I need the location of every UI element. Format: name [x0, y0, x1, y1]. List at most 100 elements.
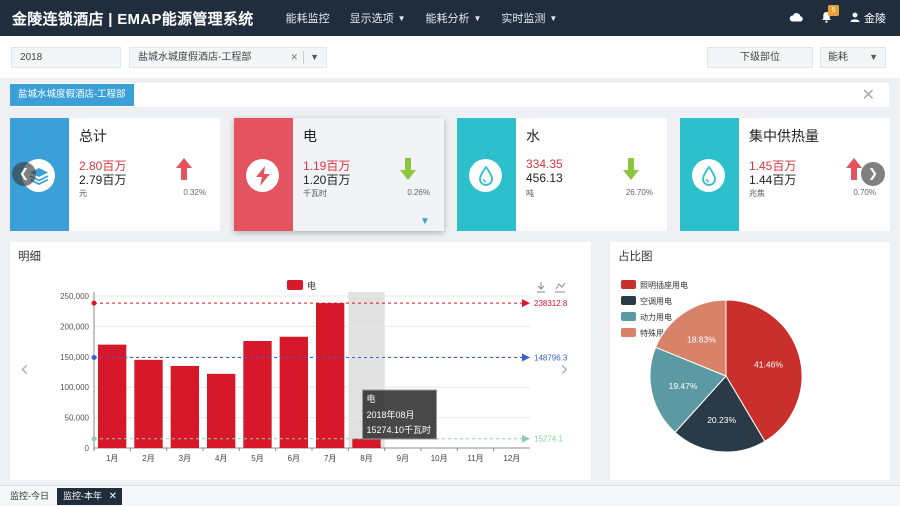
tab-monitor-year[interactable]: 监控-本年 ✕ — [57, 488, 122, 505]
detail-panel: 明细 电 0 50,000 100,000 150,000 200,000 250,000 1… — [10, 242, 591, 480]
pie-slice-label: 19.47% — [669, 381, 698, 391]
mark-line-label: 15274.1 — [534, 435, 563, 444]
card-title: 电 — [303, 128, 317, 144]
download-icon — [537, 282, 545, 293]
legend-label: 照明插座用电 — [640, 280, 688, 290]
clear-icon[interactable]: ✕ — [290, 48, 298, 67]
legend-label: 动力用电 — [640, 312, 672, 322]
close-icon[interactable]: ✕ — [109, 488, 117, 505]
summary-card-total[interactable]: 总计 2.80百万 2.79百万 元 0.32% — [10, 118, 220, 231]
legend-swatch — [621, 328, 636, 337]
pie-panel: 占比图 照明插座用电 空调用电 动力用电 特殊用电 41.46% 20.23% 19.47%… — [610, 242, 890, 480]
chevron-left-icon[interactable]: ‹ — [20, 357, 29, 382]
selected-org-tag[interactable]: 盐城水城度假酒店-工程部 — [10, 84, 134, 106]
x-tick-label: 9月 — [397, 454, 409, 463]
pie-slice-label: 18.83% — [687, 334, 716, 344]
card-unit: 兆焦 — [749, 189, 765, 198]
x-tick-label: 5月 — [251, 454, 263, 463]
user-name: 金陵 — [864, 13, 886, 25]
x-tick-label: 12月 — [503, 454, 520, 463]
tooltip-series: 电 — [367, 393, 376, 404]
sub-unit-button[interactable]: 下级部位 — [707, 47, 813, 68]
year-selector[interactable]: 2018 — [11, 47, 121, 68]
bar — [134, 359, 163, 448]
chevron-down-icon[interactable]: ▼ — [420, 216, 430, 227]
bar — [352, 438, 381, 448]
nav-display-options[interactable]: 显示选项 ▼ — [350, 10, 406, 26]
trend-down-icon — [623, 158, 639, 185]
top-right-tools: 5 金陵 — [771, 4, 900, 26]
mark-line-arrow — [522, 299, 530, 308]
chevron-right-icon[interactable]: ❯ — [861, 162, 885, 186]
legend-label: 空调用电 — [640, 296, 672, 306]
tab-label: 监控-本年 — [63, 491, 102, 501]
tooltip-value: 15274.10千瓦时 — [367, 424, 432, 435]
nav-label: 能耗监控 — [285, 13, 330, 25]
lightning-icon — [246, 159, 279, 192]
notification-badge: 5 — [828, 4, 839, 16]
legend-label: 电 — [307, 280, 316, 291]
card-previous-value: 1.20百万 — [303, 173, 351, 187]
x-tick-label: 10月 — [431, 454, 448, 463]
mark-line-start — [91, 436, 97, 442]
bar-chart: 电 0 50,000 100,000 150,000 200,000 250,000 1月 2月… — [20, 280, 569, 463]
card-title: 水 — [526, 128, 540, 144]
card-title: 总计 — [79, 128, 107, 144]
chevron-right-icon[interactable]: › — [560, 357, 569, 382]
bar — [315, 303, 345, 448]
y-tick-label: 250,000 — [60, 292, 89, 301]
y-tick-label: 50,000 — [65, 414, 90, 423]
card-unit: 元 — [79, 189, 87, 198]
card-unit: 吨 — [526, 189, 534, 198]
y-tick-label: 200,000 — [60, 322, 89, 331]
legend-swatch — [621, 296, 636, 305]
card-change-percent: 0.32% — [183, 188, 206, 197]
y-tick-label: 100,000 — [60, 383, 89, 392]
bar — [279, 336, 309, 448]
x-tick-label: 11月 — [467, 454, 483, 463]
water-drop-icon — [469, 159, 502, 192]
nav-energy-monitor[interactable]: 能耗监控 — [286, 10, 330, 26]
nav-energy-analysis[interactable]: 能耗分析 ▼ — [426, 10, 482, 26]
cloud-icon[interactable] — [789, 11, 803, 25]
tab-monitor-today[interactable]: 监控-今日 — [4, 488, 55, 505]
card-change-percent: 0.26% — [407, 188, 430, 197]
y-tick-label: 150,000 — [60, 353, 89, 362]
mark-line-start — [91, 300, 97, 306]
card-title: 集中供热量 — [749, 128, 819, 144]
user-menu[interactable]: 金陵 — [850, 10, 886, 26]
card-change-percent: 26.70% — [625, 188, 653, 197]
trend-up-icon — [176, 158, 192, 185]
user-icon — [850, 12, 860, 25]
chevron-down-icon[interactable]: ▼ — [310, 48, 319, 67]
card-previous-value: 456.13 — [526, 171, 563, 185]
pie-slice-label: 41.46% — [754, 359, 783, 369]
bottom-tab-bar: 监控-今日 监控-本年 ✕ — [0, 485, 900, 506]
summary-card-water[interactable]: 水 334.35 456.13 吨 26.70% — [457, 118, 667, 231]
mark-line-start — [91, 355, 97, 361]
close-icon[interactable]: ✕ — [862, 85, 875, 105]
summary-card-heating[interactable]: 集中供热量 1.45百万 1.44百万 兆焦 0.70% — [680, 118, 890, 231]
bar — [97, 344, 127, 448]
chevron-down-icon: ▼ — [869, 52, 878, 62]
x-tick-label: 6月 — [288, 454, 300, 463]
chevron-down-icon: ▼ — [549, 13, 558, 23]
y-tick-label: 0 — [85, 444, 90, 453]
legend-swatch — [287, 280, 303, 290]
x-tick-label: 2月 — [142, 454, 154, 463]
bell-icon[interactable]: 5 — [821, 4, 839, 26]
x-tick-label: 8月 — [360, 454, 372, 463]
mark-line-arrow — [522, 353, 530, 362]
summary-card-electricity[interactable]: 电 1.19百万 1.20百万 千瓦时 0.26% ▼ — [234, 118, 444, 231]
nav-label: 显示选项 — [349, 13, 394, 25]
main-nav: 能耗监控 显示选项 ▼ 能耗分析 ▼ 实时监测 ▼ — [286, 10, 578, 26]
card-previous-value: 2.79百万 — [79, 173, 127, 187]
org-selector[interactable]: 盐城水城度假酒店-工程部 ✕ ▼ — [129, 47, 327, 68]
card-change-percent: 0.70% — [853, 188, 876, 197]
nav-realtime-monitor[interactable]: 实时监测 ▼ — [501, 10, 557, 26]
top-navbar: 金陵连锁酒店 | EMAP能源管理系统 能耗监控 显示选项 ▼ 能耗分析 ▼ 实时监… — [0, 0, 900, 36]
energy-type-selector[interactable]: 能耗 ▼ — [820, 47, 886, 68]
legend-swatch — [621, 312, 636, 321]
card-current-value: 334.35 — [526, 157, 563, 171]
chevron-left-icon[interactable]: ❮ — [12, 162, 36, 186]
